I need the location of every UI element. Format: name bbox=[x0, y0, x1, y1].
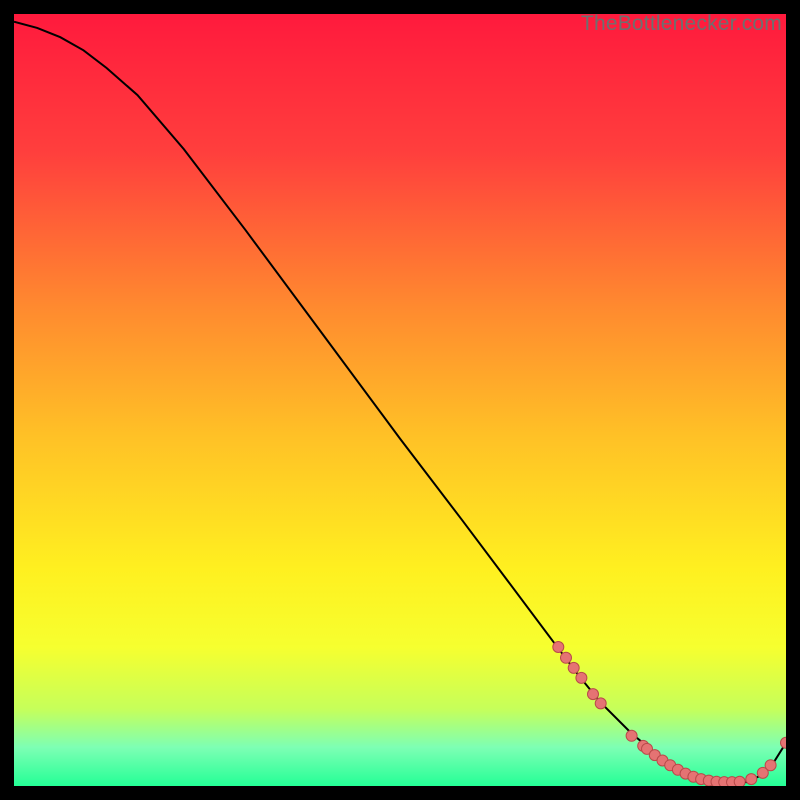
marker-point bbox=[746, 774, 757, 785]
watermark-text: TheBottlenecker.com bbox=[581, 12, 782, 36]
marker-point bbox=[553, 642, 564, 653]
chart-background bbox=[14, 14, 786, 786]
marker-point bbox=[734, 776, 745, 786]
marker-point bbox=[576, 672, 587, 683]
marker-point bbox=[626, 730, 637, 741]
marker-point bbox=[561, 652, 572, 663]
marker-point bbox=[765, 760, 776, 771]
bottleneck-chart bbox=[14, 14, 786, 786]
marker-point bbox=[568, 662, 579, 673]
marker-point bbox=[588, 689, 599, 700]
marker-point bbox=[595, 698, 606, 709]
chart-frame: TheBottlenecker.com bbox=[14, 14, 786, 786]
